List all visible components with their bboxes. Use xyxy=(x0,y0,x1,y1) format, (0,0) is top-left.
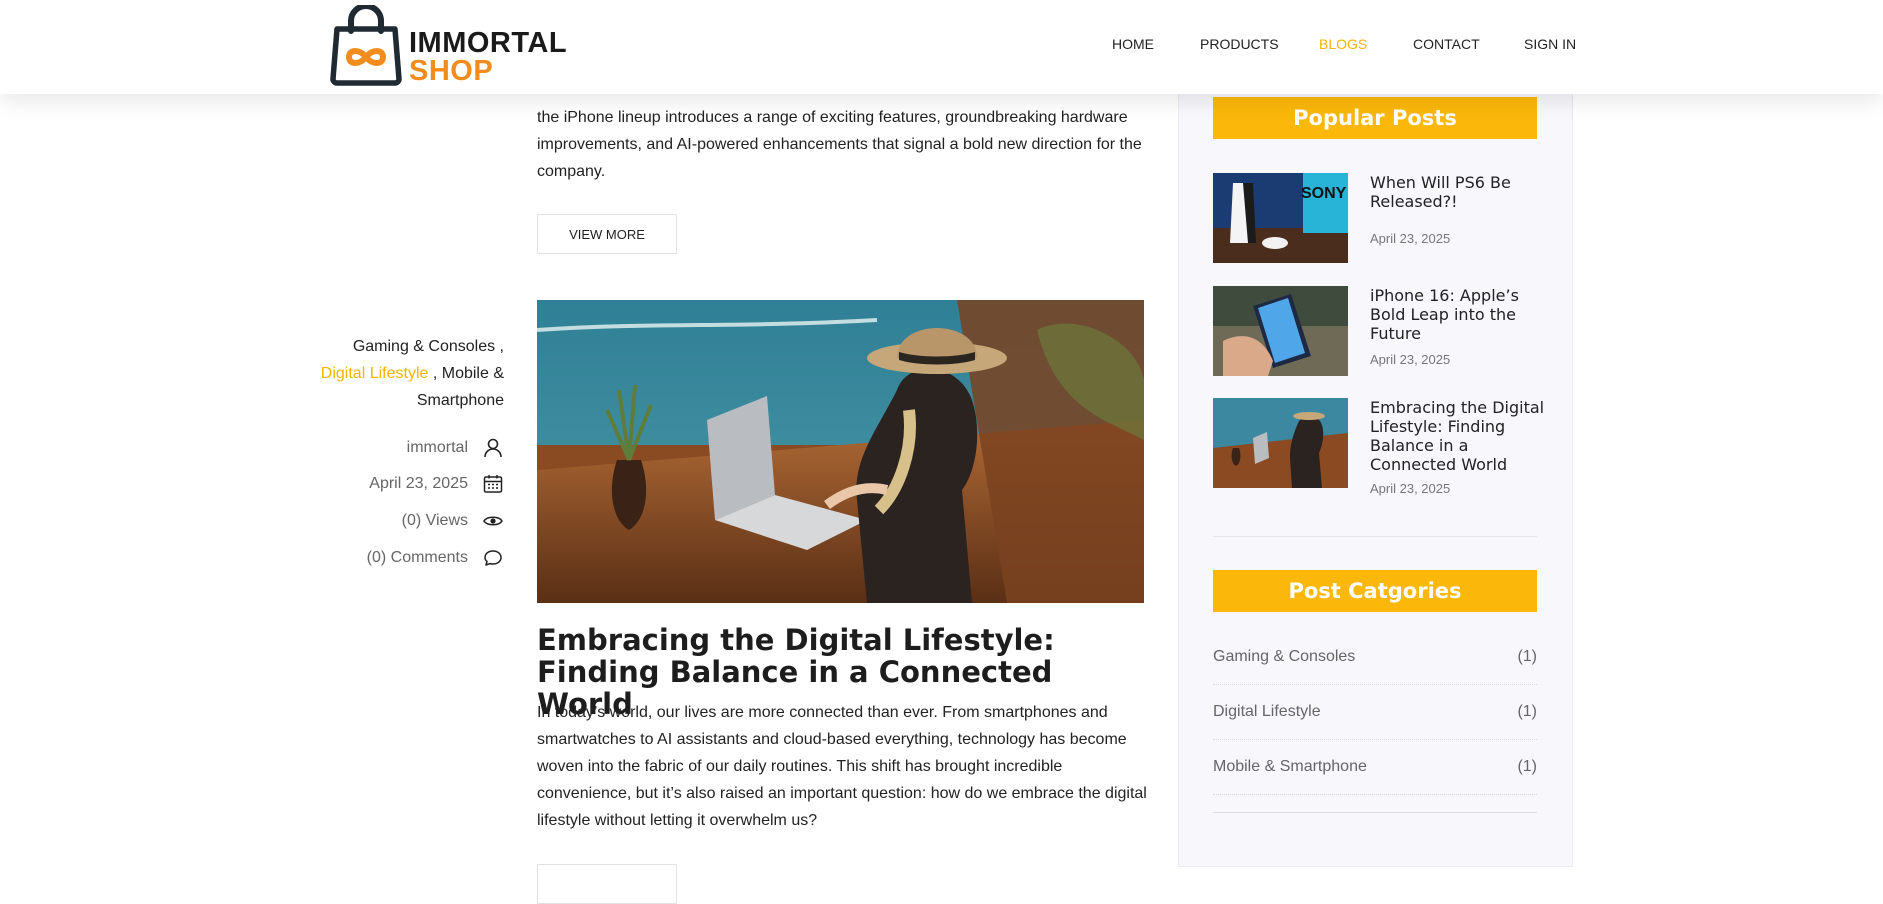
category-count: (1) xyxy=(1517,703,1537,720)
user-icon xyxy=(484,438,502,458)
post-excerpt-2: In today’s world, our lives are more con… xyxy=(537,704,1147,829)
post-featured-image[interactable] xyxy=(537,300,1144,603)
category-name: Mobile & Smartphone xyxy=(1213,758,1367,775)
sidebar-divider xyxy=(1213,812,1537,813)
category-item-mobile[interactable]: Mobile & Smartphone (1) xyxy=(1213,740,1537,795)
popular-post-date: April 23, 2025 xyxy=(1370,231,1451,246)
popular-post-title[interactable]: When Will PS6 Be Released?! xyxy=(1370,173,1545,211)
iphone-hand-image xyxy=(1213,286,1348,376)
popular-posts-heading: Popular Posts xyxy=(1213,97,1537,139)
sidebar-divider xyxy=(1213,536,1537,537)
popular-post-thumbnail[interactable] xyxy=(1213,286,1348,376)
ps6-console-image: SONY xyxy=(1213,173,1348,263)
category-link-gaming[interactable]: Gaming & Consoles xyxy=(353,338,495,355)
category-name: Gaming & Consoles xyxy=(1213,648,1356,665)
category-item-gaming[interactable]: Gaming & Consoles (1) xyxy=(1213,630,1537,685)
post-author: immortal xyxy=(300,437,504,459)
popular-post-thumbnail[interactable] xyxy=(1213,398,1348,488)
calendar-icon xyxy=(483,475,503,493)
popular-post-title[interactable]: Embracing the Digital Lifestyle: Finding… xyxy=(1370,398,1545,474)
svg-text:SONY: SONY xyxy=(1301,185,1347,202)
view-more-button[interactable]: VIEW MORE xyxy=(537,214,677,254)
woman-laptop-thumbnail xyxy=(1213,398,1348,488)
popular-post-date: April 23, 2025 xyxy=(1370,481,1451,496)
comment-icon xyxy=(484,550,502,566)
nav-products[interactable]: PRODUCTS xyxy=(1200,36,1279,52)
woman-laptop-photo xyxy=(537,300,1144,603)
category-link-mobile[interactable]: Mobile & Smartphone xyxy=(417,365,504,409)
shopping-bag-logo-icon xyxy=(330,5,402,86)
post-comments: (0) Comments xyxy=(300,547,504,569)
post-date-text: April 23, 2025 xyxy=(369,475,468,492)
category-count: (1) xyxy=(1517,648,1537,665)
post-excerpt: the iPhone lineup introduces a range of … xyxy=(537,109,1142,180)
site-logo[interactable]: IMMORTAL SHOP xyxy=(329,5,567,87)
view-more-button-2[interactable] xyxy=(537,864,677,904)
comments-count[interactable]: (0) Comments xyxy=(367,549,468,567)
eye-icon xyxy=(483,516,503,526)
author-name[interactable]: immortal xyxy=(407,439,468,457)
popular-post-date: April 23, 2025 xyxy=(1370,352,1451,367)
popular-post-title[interactable]: iPhone 16: Apple’s Bold Leap into the Fu… xyxy=(1370,286,1545,343)
category-name: Digital Lifestyle xyxy=(1213,703,1321,720)
post-categories: Gaming & Consoles , Digital Lifestyle , … xyxy=(320,338,504,409)
post-date: April 23, 2025 xyxy=(300,473,504,495)
category-count: (1) xyxy=(1517,758,1537,775)
nav-home[interactable]: HOME xyxy=(1112,36,1154,52)
nav-blogs[interactable]: BLOGS xyxy=(1319,36,1367,52)
category-link-digital-lifestyle[interactable]: Digital Lifestyle xyxy=(321,365,429,382)
logo-text-shop: SHOP xyxy=(409,55,494,87)
popular-post-thumbnail[interactable]: SONY xyxy=(1213,173,1348,263)
nav-sign-in[interactable]: SIGN IN xyxy=(1524,36,1576,52)
post-views: (0) Views xyxy=(300,510,504,532)
nav-contact[interactable]: CONTACT xyxy=(1413,36,1480,52)
category-item-digital-lifestyle[interactable]: Digital Lifestyle (1) xyxy=(1213,685,1537,740)
post-categories-heading: Post Catgories xyxy=(1213,570,1537,612)
site-header: IMMORTAL SHOP HOME PRODUCTS BLOGS CONTAC… xyxy=(0,0,1883,94)
views-count: (0) Views xyxy=(401,512,468,529)
